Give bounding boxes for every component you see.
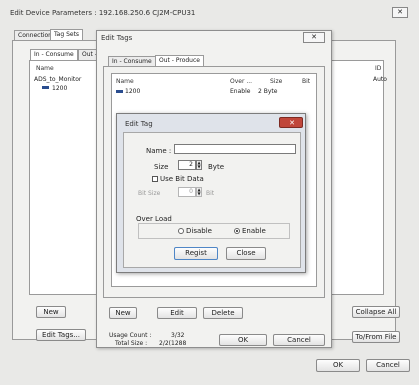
row-name: 1200 [125, 88, 141, 95]
outer-new-button[interactable]: New [36, 306, 66, 318]
window-close-button[interactable]: ✕ [392, 7, 408, 18]
size-stepper[interactable]: ▲ ▼ [196, 160, 202, 170]
edit-tags-close-button[interactable]: ✕ [303, 32, 325, 43]
edit-tag-close-button[interactable]: ✕ [279, 117, 303, 128]
tags-column-bit: Bit [302, 78, 311, 85]
tags-column-size: Size [270, 78, 283, 85]
tags-column-over: Over ... [230, 78, 253, 85]
id-value: Auto [373, 76, 387, 83]
name-input[interactable] [174, 144, 296, 154]
edit-tags-cancel-button[interactable]: Cancel [273, 334, 325, 346]
edit-tag-title: Edit Tag [125, 120, 153, 128]
column-name-header: Name [36, 65, 54, 72]
usage-count-value: 3/32 [171, 332, 185, 339]
edit-tag-dialog: Edit Tag ✕ Name : Size 2 ▲ ▼ Byte Use Bit… [116, 113, 306, 273]
tags-delete-button[interactable]: Delete [203, 307, 243, 319]
window-title: Edit Device Parameters : 192.168.250.6 C… [10, 9, 196, 17]
bit-size-input[interactable]: 0 [178, 187, 196, 197]
over-load-group [138, 223, 290, 239]
tree-child-1200[interactable]: 1200 [52, 85, 67, 92]
row-size: 2 Byte [258, 88, 278, 95]
bit-size-label: Bit Size [138, 190, 161, 197]
close-button[interactable]: Close [226, 247, 266, 260]
bit-unit: Bit [206, 190, 215, 197]
enable-label: Enable [242, 227, 266, 235]
over-load-label: Over Load [136, 215, 172, 223]
tags-edit-button[interactable]: Edit [157, 307, 197, 319]
bit-size-stepper[interactable]: ▲ ▼ [196, 187, 202, 197]
outer-ok-button[interactable]: OK [316, 359, 360, 372]
tag-icon [42, 86, 49, 89]
regist-button[interactable]: Regist [174, 247, 218, 260]
subtab-in-consume[interactable]: In - Consume [30, 49, 78, 60]
table-row[interactable]: 1200 Enable 2 Byte [112, 87, 316, 96]
row-over: Enable [230, 88, 251, 95]
bit-size-value: 0 [189, 188, 193, 195]
edit-tags-ok-button[interactable]: OK [219, 334, 267, 346]
disable-radio[interactable] [178, 228, 184, 234]
usage-count-label: Usage Count : [109, 332, 152, 339]
disable-label: Disable [186, 227, 212, 235]
enable-radio[interactable] [234, 228, 240, 234]
size-unit: Byte [208, 163, 224, 171]
tags-new-button[interactable]: New [109, 307, 137, 319]
close-icon: ✕ [289, 119, 295, 127]
use-bit-data-checkbox[interactable] [152, 176, 158, 182]
total-size-value: 2/2(1288 [159, 340, 187, 347]
tag-icon [116, 90, 123, 93]
edit-tags-button[interactable]: Edit Tags... [36, 329, 86, 341]
size-value: 2 [189, 161, 193, 168]
tree-item-ads-to-monitor[interactable]: ADS_to_Monitor [34, 76, 81, 83]
column-id-header: ID [375, 65, 382, 72]
name-label: Name : [146, 147, 172, 155]
tags-column-name: Name [116, 78, 134, 85]
total-size-label: Total Size : [115, 340, 148, 347]
use-bit-data-label: Use Bit Data [160, 175, 204, 183]
collapse-all-button[interactable]: Collapse All [352, 306, 400, 318]
size-label: Size [154, 163, 169, 171]
to-from-file-button[interactable]: To/From File [352, 331, 400, 343]
outer-cancel-button[interactable]: Cancel [366, 359, 410, 372]
edit-tags-title: Edit Tags [101, 34, 133, 42]
edit-tag-body: Name : Size 2 ▲ ▼ Byte Use Bit Data Bit S… [123, 132, 301, 268]
size-input[interactable]: 2 [178, 160, 196, 170]
